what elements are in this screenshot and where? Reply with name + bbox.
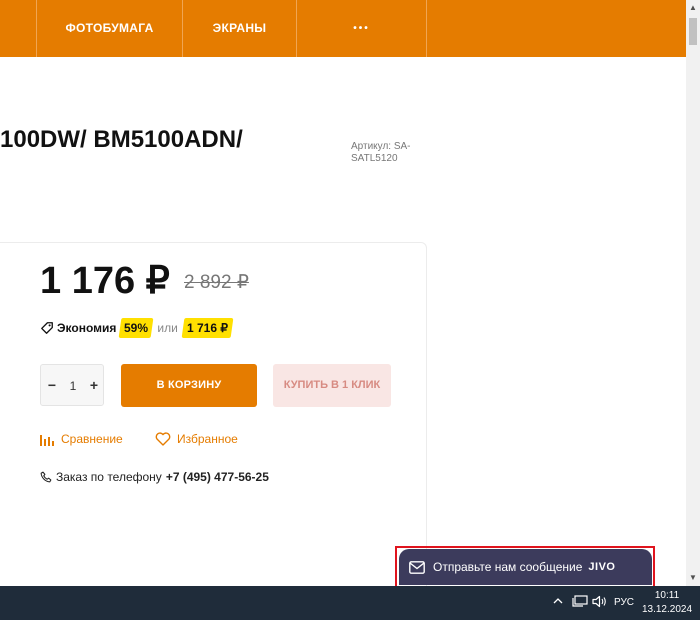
quantity-input[interactable]: 1 <box>61 365 85 407</box>
phone-icon <box>40 471 52 483</box>
scroll-down-arrow-icon[interactable]: ▼ <box>686 572 700 584</box>
envelope-icon <box>409 560 425 574</box>
network-icon[interactable] <box>572 595 588 608</box>
scroll-up-arrow-icon[interactable]: ▲ <box>686 2 700 14</box>
nav-separator <box>426 0 427 57</box>
phone-number[interactable]: +7 (495) 477-56-25 <box>166 470 269 484</box>
clock-date: 13.12.2024 <box>641 604 693 615</box>
savings-amount-badge: 1 716 ₽ <box>181 318 234 338</box>
nav-item-screens[interactable]: ЭКРАНЫ <box>183 0 296 57</box>
product-title: 100DW/ BM5100ADN/ <box>0 126 243 153</box>
nav-item-photopaper[interactable]: ФОТОБУМАГА <box>37 0 182 57</box>
compare-label: Сравнение <box>61 432 123 446</box>
nav-more-button[interactable]: ••• <box>297 0 426 57</box>
compare-chart-icon <box>40 434 54 446</box>
scrollbar[interactable]: ▲ ▼ <box>686 0 700 586</box>
savings-label: Экономия <box>57 321 117 335</box>
taskbar-clock[interactable]: 10:11 13.12.2024 <box>640 589 694 617</box>
compare-link[interactable]: Сравнение <box>40 431 123 447</box>
phone-order: Заказ по телефону +7 (495) 477-56-25 <box>40 469 269 485</box>
product-sku: Артикул: SA-SATL5120 <box>351 141 411 164</box>
savings-amount: 1 716 ₽ <box>186 321 228 335</box>
savings-percent-badge: 59% <box>118 318 154 338</box>
tag-icon <box>41 322 53 334</box>
current-price: 1 176 ₽ <box>40 260 170 302</box>
favorites-label: Избранное <box>177 432 238 446</box>
quantity-stepper: − 1 + <box>40 364 104 406</box>
jivo-logo: JIVO <box>588 561 616 573</box>
savings-percent: 59% <box>124 321 149 335</box>
show-hidden-icons-chevron-icon[interactable] <box>552 595 564 607</box>
savings-row: Экономия 59% или 1 716 ₽ <box>40 317 234 339</box>
or-label: или <box>157 321 178 335</box>
chat-widget-button[interactable]: Отправьте нам сообщение JIVO <box>399 549 652 585</box>
chat-text: Отправьте нам сообщение <box>433 560 583 574</box>
add-to-cart-button[interactable]: В КОРЗИНУ <box>121 364 257 407</box>
phone-label: Заказ по телефону <box>56 470 162 484</box>
old-price: 2 892 ₽ <box>184 272 249 293</box>
top-navigation: ФОТОБУМАГА ЭКРАНЫ ••• <box>0 0 686 57</box>
taskbar: РУС 10:11 13.12.2024 <box>0 586 700 620</box>
quantity-increase-button[interactable]: + <box>87 365 101 407</box>
volume-icon[interactable] <box>592 595 608 608</box>
input-language-indicator[interactable]: РУС <box>614 586 634 620</box>
scroll-thumb[interactable] <box>689 18 697 45</box>
quantity-decrease-button[interactable]: − <box>45 365 59 407</box>
page: ФОТОБУМАГА ЭКРАНЫ ••• ▲ ▼ 100DW/ BM5100A… <box>0 0 700 620</box>
buy-one-click-button[interactable]: КУПИТЬ В 1 КЛИК <box>273 364 391 407</box>
clock-time: 10:11 <box>654 590 680 601</box>
favorites-link[interactable]: Избранное <box>155 431 238 447</box>
heart-icon <box>155 432 171 446</box>
